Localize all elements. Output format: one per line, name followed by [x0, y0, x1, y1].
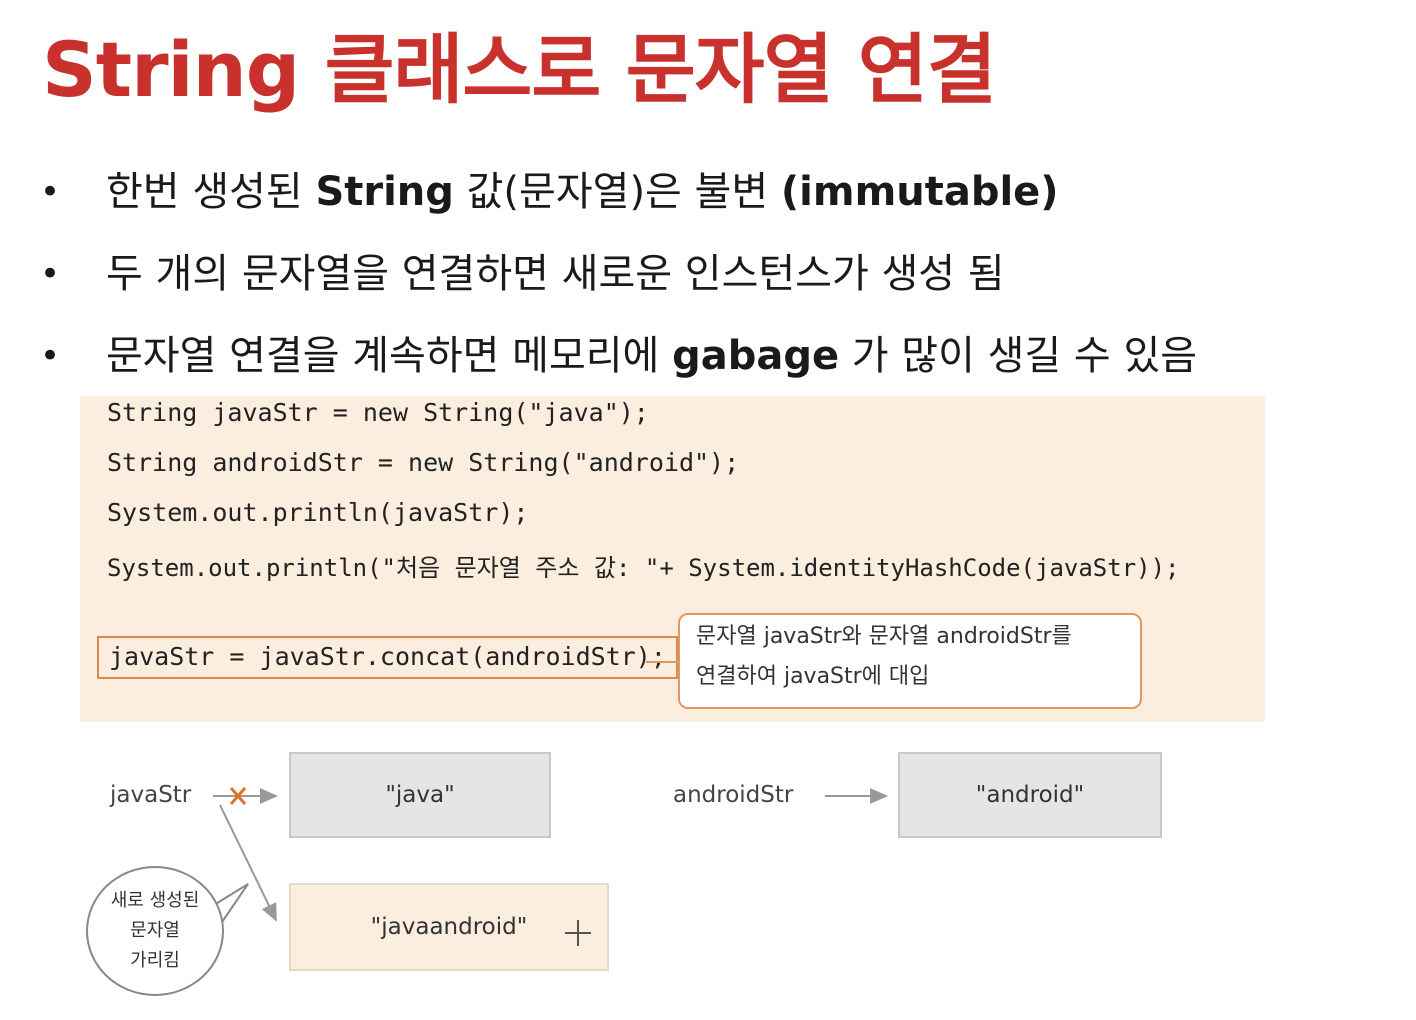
- bubble-line: 문자열: [130, 920, 180, 941]
- bullet-marker: •: [40, 254, 61, 294]
- bullet-text: 두 개의 문자열을 연결하면 새로운 인스턴스가 생성 됨: [106, 251, 1005, 297]
- code-line: System.out.println("처음 문자열 주소 값: "+ Syst…: [107, 554, 1180, 582]
- var-label-androidstr: androidStr: [673, 782, 794, 808]
- code-line: System.out.println(javaStr);: [107, 498, 529, 527]
- bullet-bold-term: (immutable): [780, 169, 1059, 215]
- string-object-javaandroid: "javaandroid": [289, 883, 609, 971]
- bullet-marker: •: [40, 336, 61, 376]
- bullet-list: • 한번 생성된 String 값(문자열)은 불변 (immutable) •…: [40, 160, 1410, 406]
- callout-line: 연결하여 javaStr에 대입: [696, 664, 930, 689]
- bullet-bold-term: gabage: [672, 333, 840, 379]
- string-object-android: "android": [898, 752, 1162, 838]
- var-label-javastr: javaStr: [110, 782, 192, 808]
- callout-line: 문자열 javaStr와 문자열 androidStr를: [696, 624, 1072, 649]
- code-line: String javaStr = new String("java");: [107, 398, 649, 427]
- callout-connector: [646, 661, 678, 663]
- broken-reference-x-icon: [229, 787, 247, 805]
- arrow-javastr-to-javaandroid: [219, 804, 277, 922]
- slide-title: String 클래스로 문자열 연결: [42, 25, 997, 114]
- bullet-text-part: 한번 생성된: [106, 169, 316, 215]
- bullet-marker: •: [40, 172, 61, 212]
- code-line: String androidStr = new String("android"…: [107, 448, 740, 477]
- bullet-text-part: 문자열 연결을 계속하면 메모리에: [106, 333, 673, 379]
- bullet-text: 한번 생성된 String 값(문자열)은 불변 (immutable): [106, 160, 1059, 224]
- concat-code-highlight: javaStr = javaStr.concat(androidStr);: [97, 636, 678, 679]
- bullet-text-part: 가 많이 생길 수 있음: [839, 333, 1198, 379]
- string-object-java: "java": [289, 752, 551, 838]
- annotation-bubble: 새로 생성된 문자열 가리킴: [86, 866, 224, 996]
- bullet-text: 문자열 연결을 계속하면 메모리에 gabage 가 많이 생길 수 있음: [106, 324, 1197, 388]
- code-block: String javaStr = new String("java"); Str…: [80, 396, 1265, 722]
- bubble-line: 새로 생성된: [110, 890, 200, 911]
- bullet-text-part: 값(문자열)은 불변: [453, 169, 781, 215]
- code-callout: 문자열 javaStr와 문자열 androidStr를 연결하여 javaSt…: [678, 613, 1142, 709]
- bubble-line: 가리킴: [130, 950, 180, 971]
- bullet-bold-term: String: [315, 169, 454, 215]
- bullet-item-new-instance: • 두 개의 문자열을 연결하면 새로운 인스턴스가 생성 됨: [40, 242, 1410, 324]
- bullet-item-immutable: • 한번 생성된 String 값(문자열)은 불변 (immutable): [40, 160, 1410, 242]
- bullet-item-garbage: • 문자열 연결을 계속하면 메모리에 gabage 가 많이 생길 수 있음: [40, 324, 1410, 406]
